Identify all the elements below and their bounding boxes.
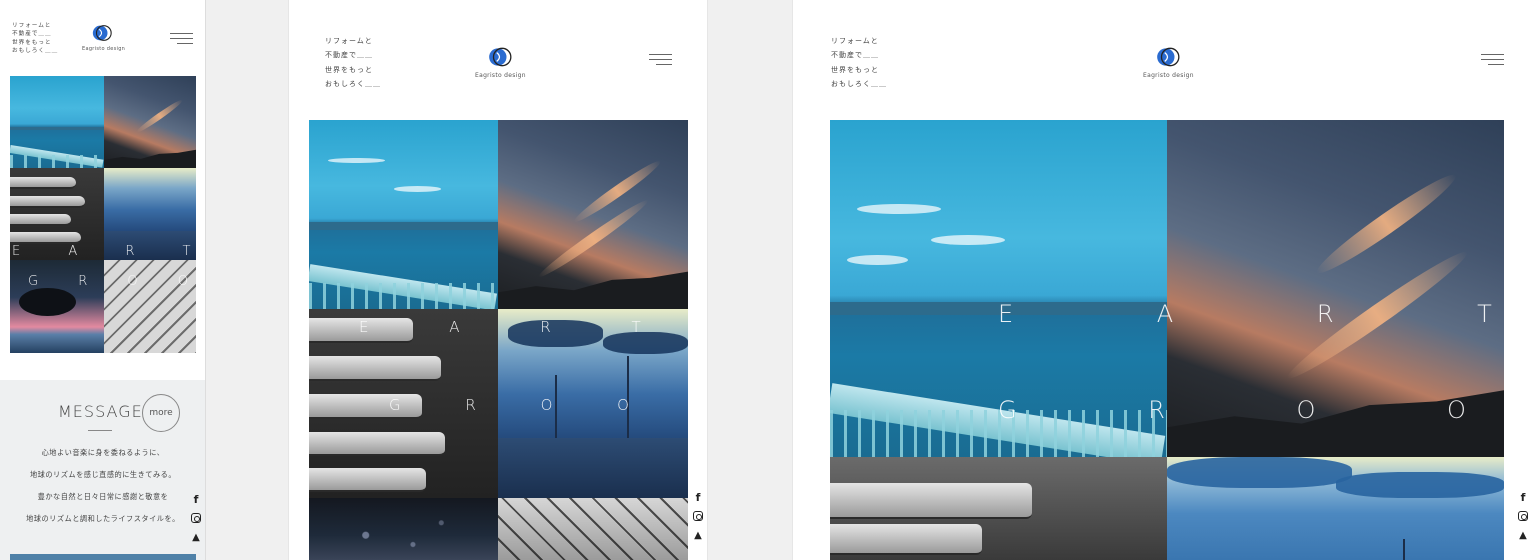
facebook-icon[interactable]: f bbox=[1521, 492, 1526, 503]
sea-photo bbox=[830, 120, 1167, 457]
city-sky-photo bbox=[1167, 457, 1504, 560]
city-sky-photo bbox=[104, 168, 196, 260]
tagline: リフォームと 不動産で＿＿ 世界をもっと おもしろく＿＿ bbox=[325, 34, 381, 91]
instagram-icon[interactable] bbox=[191, 513, 201, 523]
desktop-preview-panel: リフォームと 不動産で＿＿ 世界をもっと おもしろく＿＿ Eagristo de… bbox=[792, 0, 1540, 560]
brand-name: Eagristo design bbox=[475, 72, 526, 79]
tagline-line: 世界をもっと bbox=[12, 39, 52, 46]
more-button[interactable]: more bbox=[142, 394, 180, 432]
site-logo[interactable]: Eagristo design bbox=[82, 22, 126, 52]
sunset-photo bbox=[1167, 120, 1504, 457]
message-body: 心地よい音楽に身を委ねるように、 地球のリズムを感じ直感的に生きてみる。 豊かな… bbox=[10, 442, 196, 530]
tagline-line: リフォームと bbox=[12, 23, 52, 29]
brand-name: Eagristo design bbox=[82, 46, 126, 52]
sea-photo bbox=[309, 120, 498, 309]
mobile-preview-panel: リフォームと 不動産で＿＿ 世界をもっと おもしろく＿＿ Eagristo de… bbox=[0, 0, 206, 560]
message-title: MESSAGE bbox=[58, 402, 143, 421]
twitter-icon[interactable]: ▲ bbox=[1519, 531, 1527, 541]
hero-image-grid bbox=[10, 76, 196, 353]
logo-mark-icon bbox=[92, 25, 112, 41]
tagline-line: おもしろく＿＿ bbox=[325, 80, 381, 89]
tagline-line: 不動産で＿＿ bbox=[831, 51, 879, 60]
wood-pins-photo bbox=[830, 457, 1167, 560]
tagline-line: 世界をもっと bbox=[325, 65, 373, 74]
tagline-line: リフォームと bbox=[325, 37, 373, 45]
facebook-icon[interactable]: f bbox=[194, 494, 199, 505]
tagline: リフォームと 不動産で＿＿ 世界をもっと おもしろく＿＿ bbox=[831, 34, 887, 91]
brand-name: Eagristo design bbox=[1143, 72, 1194, 79]
tagline-line: おもしろく＿＿ bbox=[12, 48, 59, 55]
tagline-line: リフォームと bbox=[831, 37, 879, 45]
social-links: f ▲ bbox=[191, 494, 201, 551]
hamburger-menu-icon[interactable] bbox=[1481, 54, 1504, 69]
hamburger-menu-icon[interactable] bbox=[649, 54, 672, 69]
roof-structure-photo bbox=[104, 260, 196, 353]
social-links: f ▲ bbox=[693, 492, 703, 549]
site-logo[interactable]: Eagristo design bbox=[1143, 44, 1194, 79]
roof-structure-photo bbox=[498, 498, 688, 560]
sunset-photo bbox=[104, 76, 196, 168]
wood-pins-photo bbox=[10, 168, 104, 260]
tablet-preview-panel: リフォームと 不動産で＿＿ 世界をもっと おもしろく＿＿ Eagristo de… bbox=[288, 0, 708, 560]
instagram-icon[interactable] bbox=[693, 511, 703, 521]
message-line: 心地よい音楽に身を委ねるように、 bbox=[41, 448, 165, 457]
facebook-icon[interactable]: f bbox=[696, 492, 701, 503]
tagline: リフォームと 不動産で＿＿ 世界をもっと おもしろく＿＿ bbox=[12, 22, 58, 56]
logo-mark-icon bbox=[489, 47, 512, 67]
message-image-strip bbox=[10, 554, 196, 560]
message-underline bbox=[88, 430, 112, 431]
tree-sunset-photo bbox=[10, 260, 104, 353]
sunset-photo bbox=[498, 120, 688, 309]
night-photo bbox=[309, 498, 498, 560]
logo-mark-icon bbox=[1157, 47, 1180, 67]
city-sky-photo bbox=[498, 309, 688, 498]
tagline-line: 不動産で＿＿ bbox=[325, 51, 373, 60]
twitter-icon[interactable]: ▲ bbox=[694, 531, 702, 541]
twitter-icon[interactable]: ▲ bbox=[192, 533, 200, 543]
wood-pins-photo bbox=[309, 309, 498, 498]
message-line: 豊かな自然と日々日常に感謝と敬意を bbox=[37, 492, 169, 501]
sea-photo bbox=[10, 76, 104, 168]
instagram-icon[interactable] bbox=[1518, 511, 1528, 521]
hero-image-grid bbox=[309, 120, 688, 560]
message-section: MESSAGE more 心地よい音楽に身を委ねるように、 地球のリズムを感じ直… bbox=[0, 380, 205, 560]
tagline-line: 世界をもっと bbox=[831, 65, 879, 74]
message-line: 地球のリズムを感じ直感的に生きてみる。 bbox=[29, 470, 177, 479]
site-logo[interactable]: Eagristo design bbox=[475, 44, 526, 79]
hero-image-grid bbox=[830, 120, 1504, 560]
hamburger-menu-icon[interactable] bbox=[170, 33, 193, 48]
tagline-line: 不動産で＿＿ bbox=[12, 31, 52, 38]
message-line: 地球のリズムと調和したライフスタイルを。 bbox=[26, 514, 180, 523]
tagline-line: おもしろく＿＿ bbox=[831, 80, 887, 89]
social-links: f ▲ bbox=[1518, 492, 1528, 549]
